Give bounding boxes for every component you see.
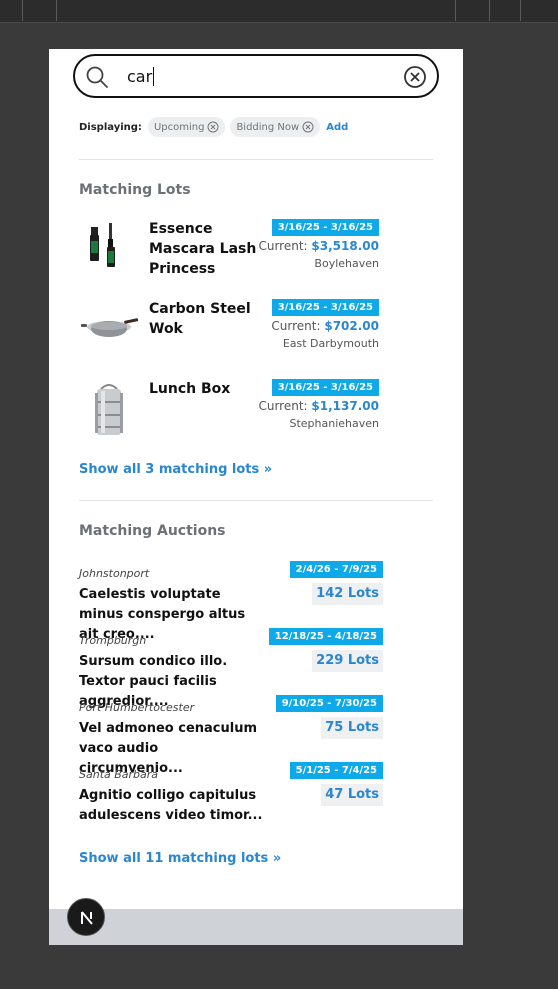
- price-value: $702.00: [324, 319, 379, 333]
- search-dropdown-panel: car Displaying: Upcoming Bidding Now Add…: [49, 49, 463, 909]
- current-label: Current:: [258, 399, 308, 413]
- auction-date-badge: 2/4/26 - 7/9/25: [289, 561, 383, 578]
- auction-item[interactable]: Santa Barbara Agnitio colligo capitulus …: [79, 762, 383, 826]
- lot-item[interactable]: Lunch Box 3/16/25 - 3/16/25 Current: $1,…: [79, 379, 379, 449]
- price-value: $1,137.00: [311, 399, 379, 413]
- filter-bar: Displaying: Upcoming Bidding Now Add: [79, 116, 348, 138]
- lot-date-badge: 3/16/25 - 3/16/25: [271, 379, 379, 396]
- lot-name[interactable]: Essence Mascara Lash Princess: [149, 219, 261, 279]
- lot-current-price: Current: $1,137.00: [258, 399, 379, 413]
- auction-city: Johnstonport: [79, 567, 150, 580]
- auction-city: Trompburgh: [79, 634, 147, 647]
- search-input[interactable]: car: [73, 54, 439, 98]
- toolbar-divider: [520, 0, 521, 21]
- show-all-lots-link[interactable]: Show all 3 matching lots »: [79, 462, 272, 477]
- price-value: $3,518.00: [311, 239, 379, 253]
- wok-image: [81, 318, 139, 337]
- auction-date-badge: 5/1/25 - 7/4/25: [289, 762, 383, 779]
- lot-date-badge: 3/16/25 - 3/16/25: [271, 219, 379, 236]
- matching-auctions-title: Matching Auctions: [79, 523, 226, 539]
- auction-date-badge: 9/10/25 - 7/30/25: [275, 695, 383, 712]
- lot-location: Boylehaven: [314, 257, 379, 270]
- search-icon: [86, 66, 108, 88]
- toolbar-divider: [489, 0, 490, 21]
- divider: [79, 500, 433, 501]
- auction-lot-count[interactable]: 142 Lots: [312, 583, 383, 605]
- auction-item[interactable]: Trompburgh Sursum condico illo. Textor p…: [79, 628, 383, 709]
- lot-current-price: Current: $3,518.00: [258, 239, 379, 253]
- divider: [79, 159, 433, 160]
- lot-item[interactable]: Carbon Steel Wok 3/16/25 - 3/16/25 Curre…: [79, 299, 379, 369]
- remove-chip-icon[interactable]: [207, 121, 219, 133]
- chip-label: Upcoming: [153, 121, 205, 133]
- lunch-box-image: [95, 384, 123, 435]
- auction-city: Santa Barbara: [79, 768, 159, 781]
- lot-name[interactable]: Lunch Box: [149, 379, 261, 399]
- mascara-image: [90, 223, 115, 267]
- clear-search-icon[interactable]: [403, 65, 427, 89]
- toolbar-divider: [22, 0, 23, 21]
- current-label: Current:: [258, 239, 308, 253]
- window-top-bar: [0, 0, 558, 23]
- search-value: car: [127, 67, 155, 86]
- lot-current-price: Current: $702.00: [271, 319, 379, 333]
- toolbar-divider: [455, 0, 456, 21]
- lot-item[interactable]: Essence Mascara Lash Princess 3/16/25 - …: [79, 219, 379, 289]
- matching-lots-title: Matching Lots: [79, 182, 191, 198]
- toolbar-divider: [56, 0, 57, 21]
- auction-city: Port Humbertocester: [79, 701, 195, 714]
- auction-item[interactable]: Port Humbertocester Vel admoneo cenaculu…: [79, 695, 383, 776]
- nextjs-dev-badge[interactable]: [67, 898, 105, 936]
- chip-label: Bidding Now: [236, 121, 300, 133]
- auction-date-badge: 12/18/25 - 4/18/25: [268, 628, 383, 645]
- current-label: Current:: [271, 319, 321, 333]
- page-footer-strip: [49, 905, 463, 945]
- filter-chip-bidding-now[interactable]: Bidding Now: [230, 117, 321, 137]
- lot-name[interactable]: Carbon Steel Wok: [149, 299, 261, 339]
- auction-name[interactable]: Agnitio colligo capitulus adulescens vid…: [79, 786, 265, 826]
- auction-item[interactable]: Johnstonport Caelestis voluptate minus c…: [79, 561, 383, 642]
- auction-lot-count[interactable]: 229 Lots: [312, 650, 383, 672]
- filter-chip-upcoming[interactable]: Upcoming: [147, 117, 226, 137]
- show-all-auctions-link[interactable]: Show all 11 matching lots »: [79, 851, 281, 866]
- auction-lot-count[interactable]: 75 Lots: [321, 717, 383, 739]
- add-filter-link[interactable]: Add: [326, 122, 348, 133]
- auction-lot-count[interactable]: 47 Lots: [321, 784, 383, 806]
- lot-location: Stephaniehaven: [289, 417, 379, 430]
- n-logo-icon: [81, 911, 93, 925]
- displaying-label: Displaying:: [79, 121, 142, 133]
- remove-chip-icon[interactable]: [302, 121, 314, 133]
- lot-date-badge: 3/16/25 - 3/16/25: [271, 299, 379, 316]
- lot-location: East Darbymouth: [282, 337, 379, 350]
